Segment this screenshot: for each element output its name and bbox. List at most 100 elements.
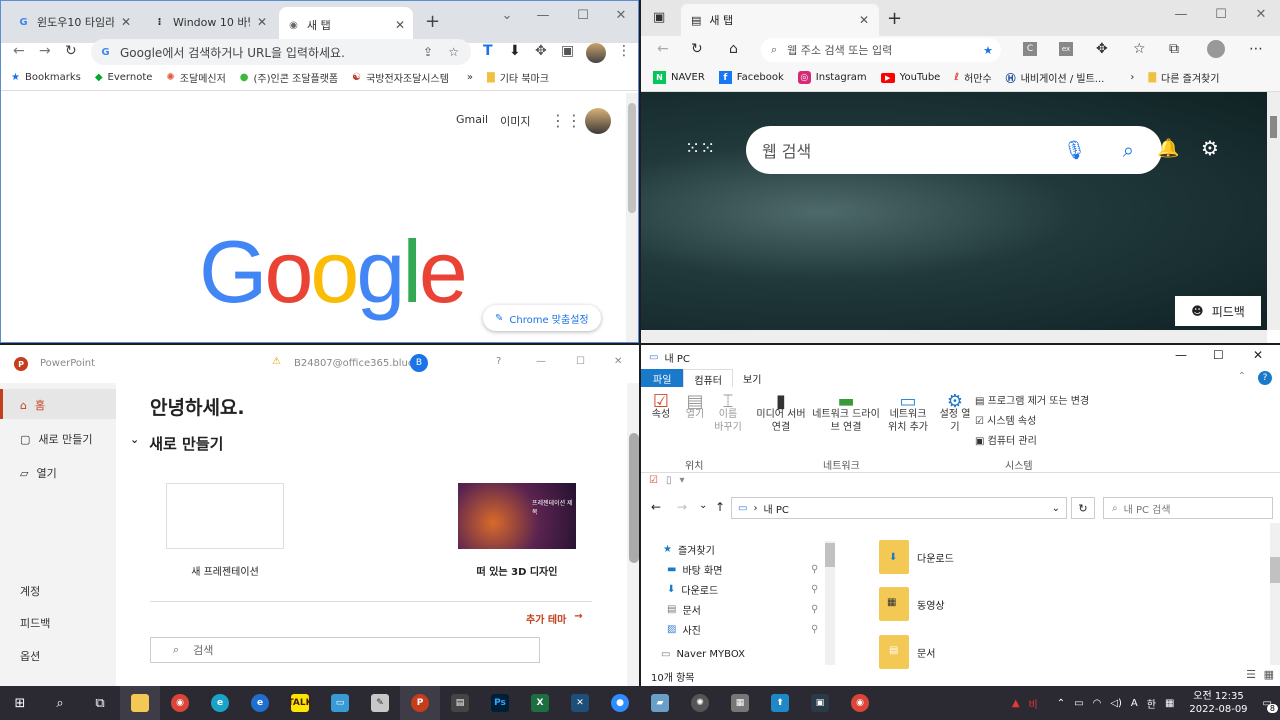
uninstall-button[interactable]: ▤ 프로그램 제거 또는 변경 — [975, 395, 1115, 408]
tree-item-pictures[interactable]: ▨ 사진 ⚲ — [667, 622, 818, 637]
minimize-icon[interactable]: — — [523, 1, 563, 29]
scrollbar[interactable] — [626, 93, 638, 342]
3d-design-thumb[interactable]: 프레젠테이션 제목 — [458, 483, 576, 549]
computer-management-button[interactable]: ▣ 컴퓨터 관리 — [975, 435, 1075, 448]
refresh-icon[interactable]: ↻ — [1071, 497, 1095, 519]
file-explorer-icon[interactable] — [120, 686, 160, 720]
battery-icon[interactable]: ▭ — [1074, 698, 1083, 709]
translate-extension-icon[interactable]: T — [483, 43, 493, 59]
bookmark-item[interactable]: ☯ 국방전자조달시스템 — [352, 70, 449, 85]
wifi-icon[interactable]: ◠ — [1093, 698, 1102, 709]
system-properties-button[interactable]: ☑ 시스템 속성 — [975, 415, 1075, 428]
images-link[interactable]: 이미지 — [500, 113, 530, 129]
photoshop-icon[interactable]: Ps — [480, 686, 520, 720]
sidebar-item-open[interactable]: ▱ 열기 — [20, 465, 57, 481]
forward-icon[interactable]: → — [39, 43, 51, 59]
edge-icon[interactable]: e — [200, 686, 240, 720]
tree-item-documents[interactable]: ▤ 문서 ⚲ — [667, 602, 818, 617]
tiles-view-icon[interactable]: ▦ — [1264, 668, 1274, 681]
more-favorites[interactable]: › — [1130, 72, 1134, 83]
star-icon[interactable]: ★ — [983, 44, 993, 57]
back-icon[interactable]: ← — [13, 43, 25, 59]
media-server-button[interactable]: ▮ 미디어 서버 연결 — [753, 393, 809, 434]
tray-app-icon[interactable]: 비 — [1029, 696, 1038, 711]
content-scrollbar[interactable] — [1270, 523, 1280, 665]
excel-icon[interactable]: X — [520, 686, 560, 720]
minimize-icon[interactable]: — — [536, 356, 546, 367]
tree-item-desktop[interactable]: ▬ 바탕 화면 ⚲ — [667, 562, 818, 577]
details-view-icon[interactable]: ☰ — [1246, 668, 1256, 681]
other-favorites[interactable]: ▇ 다른 즐겨찾기 — [1148, 70, 1219, 85]
chrome-tab-3[interactable]: ◉ 새 탭 ✕ — [279, 7, 413, 43]
task-view-icon[interactable]: ⧉ — [80, 686, 120, 720]
chrome-profile-icon[interactable]: ◉ — [840, 686, 880, 720]
menu-icon[interactable]: ⋮ — [617, 43, 631, 59]
bookmark-item[interactable]: ✺ 조달메신저 — [166, 70, 225, 85]
chrome-tab-1[interactable]: G 윈도우10 타임라인 ✕ — [9, 9, 139, 35]
scrollbar[interactable] — [629, 433, 639, 563]
map-drive-button[interactable]: ▬ 네트워크 드라이브 연결 — [811, 393, 881, 434]
close-icon[interactable]: ✕ — [257, 15, 267, 29]
app-icon[interactable]: ✕ — [560, 686, 600, 720]
tab-actions-icon[interactable]: ▣ — [653, 10, 665, 25]
chevron-down-icon[interactable]: ▾ — [679, 475, 684, 486]
address-bar[interactable]: ▭ › 내 PC ⌄ — [731, 497, 1067, 519]
app-icon[interactable]: ⬆ — [760, 686, 800, 720]
customize-chrome-button[interactable]: ✎ Chrome 맞춤설정 — [483, 305, 601, 331]
collections-icon[interactable]: ⧉ — [1169, 41, 1179, 57]
new-tab-icon[interactable]: + — [425, 11, 440, 32]
extension-icon[interactable]: C — [1023, 42, 1037, 56]
pin-icon[interactable]: ⚲ — [811, 604, 818, 615]
home-icon[interactable]: ⌂ — [729, 41, 738, 57]
reload-icon[interactable]: ↻ — [65, 43, 77, 59]
sidepanel-icon[interactable]: ▣ — [561, 43, 574, 59]
app-icon[interactable]: ▰ — [640, 686, 680, 720]
chevron-down-icon[interactable]: ⌄ — [699, 500, 707, 511]
folder-downloads[interactable]: ⬇ 다운로드 — [879, 540, 954, 574]
profile-icon[interactable] — [1207, 40, 1225, 58]
web-search-box[interactable]: 웹 검색 🎙 ⌕ — [746, 126, 1162, 174]
search-input[interactable]: ⌕ 검색 — [150, 637, 540, 663]
close-icon[interactable]: ✕ — [121, 15, 131, 29]
back-icon[interactable]: ← — [651, 500, 661, 514]
sidebar-item-home-label[interactable]: ⌂ 홈 — [20, 397, 45, 413]
add-network-location-button[interactable]: ▭ 네트워크 위치 추가 — [885, 393, 931, 434]
calculator-icon[interactable]: ▦ — [720, 686, 760, 720]
sidebar-item-new[interactable]: ▢ 새로 만들기 — [20, 431, 93, 447]
more-bookmarks[interactable]: » — [467, 72, 473, 83]
help-icon[interactable]: ? — [1258, 371, 1272, 385]
tree-item-quick-access[interactable]: ★ 즐겨찾기 — [663, 542, 715, 557]
rename-button[interactable]: ⌶ 이름 바꾸기 — [713, 393, 743, 434]
tree-item-downloads[interactable]: ⬇ 다운로드 ⚲ — [667, 582, 818, 597]
language-indicator[interactable]: 한 — [1147, 696, 1156, 711]
favorite-item[interactable]: ◎ Instagram — [797, 71, 867, 84]
pin-icon[interactable]: ⚲ — [811, 564, 818, 575]
gmail-link[interactable]: Gmail — [456, 113, 488, 129]
minimize-icon[interactable]: — — [1161, 0, 1201, 28]
reload-icon[interactable]: ↻ — [691, 41, 703, 57]
scrollbar[interactable] — [1267, 92, 1280, 330]
tab-computer[interactable]: 컴퓨터 — [683, 369, 734, 387]
pin-icon[interactable]: ⚲ — [811, 624, 818, 635]
favorites-icon[interactable]: ☆ — [1133, 41, 1146, 57]
open-settings-button[interactable]: ⚙ 설정 열기 — [939, 393, 971, 434]
close-icon[interactable]: ✕ — [1241, 0, 1280, 28]
puzzle-icon[interactable]: ✥ — [535, 43, 547, 59]
avatar[interactable] — [586, 43, 606, 63]
search-icon[interactable]: ⌕ — [1123, 138, 1134, 162]
app-icon[interactable]: ▣ — [800, 686, 840, 720]
up-icon[interactable]: ↑ — [715, 500, 725, 514]
tab-file[interactable]: 파일 — [641, 369, 684, 387]
volume-icon[interactable]: ◁) — [1110, 698, 1122, 709]
maximize-icon[interactable]: ☐ — [576, 356, 585, 367]
chevron-down-icon[interactable]: ⌄ — [1052, 503, 1060, 514]
maximize-icon[interactable]: ☐ — [1213, 348, 1224, 362]
gear-icon[interactable]: ⚙ — [1201, 136, 1219, 160]
new-tab-icon[interactable]: + — [887, 8, 902, 29]
horizontal-scrollbar[interactable] — [641, 330, 1267, 343]
zoom-icon[interactable]: ● — [600, 686, 640, 720]
new-section-header[interactable]: ⌄ 새로 만들기 — [130, 433, 223, 454]
favorite-item[interactable]: Ⓗ 내비게이션 / 빌트... — [1006, 70, 1105, 85]
chevron-down-icon[interactable]: ⌄ — [487, 1, 527, 29]
microphone-icon[interactable]: 🎙 — [1063, 140, 1086, 161]
